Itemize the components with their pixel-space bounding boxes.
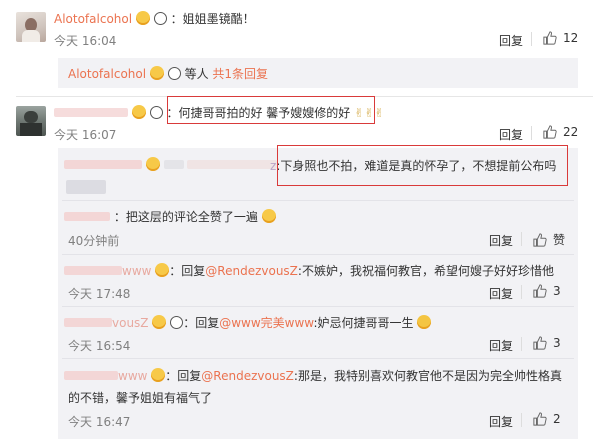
- laughing-emoji-icon: [261, 209, 276, 223]
- username-link[interactable]: [64, 160, 142, 169]
- reply-button[interactable]: 回复: [489, 337, 513, 354]
- timestamp: 今天 16:07: [54, 128, 117, 142]
- comment-body: ：姐姐墨镜酷！: [170, 12, 255, 26]
- like-count: 12: [563, 31, 579, 45]
- reply-prefix: ：回复: [183, 316, 220, 330]
- username-link[interactable]: [64, 212, 110, 221]
- username-tail[interactable]: vousZ: [112, 316, 149, 330]
- action-divider: [531, 126, 532, 140]
- comment-text: Alotofalcohol ：姐姐墨镜酷！: [54, 10, 255, 27]
- emoji-icon: [149, 66, 164, 80]
- username-tail[interactable]: www: [118, 369, 147, 383]
- username-link[interactable]: Alotofalcohol: [68, 67, 146, 81]
- sub-divider: [62, 254, 574, 255]
- reply-button[interactable]: 回复: [499, 32, 523, 49]
- sub-reply-text-continued: 的不错，馨予姐姐有福气了: [68, 391, 213, 405]
- thumbs-up-icon: [533, 336, 547, 350]
- panda-emoji-icon: [149, 106, 163, 119]
- reply-button[interactable]: 回复: [489, 232, 513, 249]
- username-tail[interactable]: www: [122, 264, 151, 278]
- reply-prefix: ：回复: [165, 369, 202, 383]
- thumbs-up-icon: [533, 232, 547, 247]
- like-count: 3: [553, 336, 561, 350]
- reply-summary: Alotofalcohol 等人 共1条回复: [68, 65, 268, 82]
- like-button[interactable]: 2: [533, 412, 561, 426]
- username-link[interactable]: Alotofalcohol: [54, 12, 132, 26]
- sub-reply-body: :妒忌何捷哥哥一生: [313, 316, 414, 330]
- action-divider: [521, 413, 522, 427]
- like-button[interactable]: 赞: [533, 231, 565, 248]
- thumbs-up-icon: [543, 125, 557, 139]
- action-divider: [531, 32, 532, 46]
- like-count: 22: [563, 125, 579, 139]
- username-link[interactable]: [64, 371, 118, 380]
- reply-prefix: ：回复: [169, 264, 206, 278]
- emoji-icon: [145, 157, 160, 171]
- like-button[interactable]: 3: [533, 336, 561, 350]
- like-count: 3: [553, 284, 561, 298]
- sub-divider: [62, 200, 574, 201]
- reply-button[interactable]: 回复: [499, 126, 523, 143]
- highlight-box: [277, 145, 568, 186]
- username-link[interactable]: [64, 318, 112, 327]
- reply-button[interactable]: 回复: [489, 413, 513, 430]
- avatar[interactable]: [16, 106, 46, 136]
- panda-emoji-icon: [167, 67, 181, 80]
- thumbs-up-icon: [543, 31, 557, 45]
- panda-emoji-icon: [170, 316, 184, 329]
- sub-reply-text: vousZ ：回复@www完美www:妒忌何捷哥哥一生: [64, 314, 432, 331]
- highlight-box: [167, 96, 375, 124]
- reply-summary-suffix: 等人: [184, 67, 213, 81]
- avatar[interactable]: [16, 12, 46, 42]
- sub-reply-text: www ：回复@RendezvousZ:那是，我特别喜欢何教官他不是因为完全帅性…: [64, 367, 562, 384]
- emoji-icon: [131, 105, 146, 119]
- emoji-icon: [152, 315, 167, 329]
- sub-reply-body: ：把这层的评论全赞了一遍: [113, 210, 258, 224]
- sub-reply-body: :不嫉妒，我祝福何教官，希望何嫂子好好珍惜他: [297, 264, 554, 278]
- mention-link[interactable]: @www完美www: [219, 316, 313, 330]
- timestamp: 今天 17:48: [68, 287, 131, 301]
- action-divider: [521, 337, 522, 351]
- sub-divider: [62, 358, 574, 359]
- sub-reply-text: www ：回复@RendezvousZ:不嫉妒，我祝福何教官，希望何嫂子好好珍惜…: [64, 262, 554, 279]
- timestamp: 今天 16:54: [68, 339, 131, 353]
- emoji-icon: [135, 11, 150, 25]
- like-button[interactable]: 12: [543, 31, 578, 45]
- thumbs-up-icon: [533, 284, 547, 298]
- thumbs-up-icon: [533, 412, 547, 426]
- username-link[interactable]: [64, 266, 122, 275]
- like-label: 赞: [553, 233, 566, 247]
- sub-reply-text: ：把这层的评论全赞了一遍: [64, 208, 276, 225]
- action-divider: [521, 285, 522, 299]
- redacted-bar: [66, 180, 106, 194]
- username-link[interactable]: [54, 108, 128, 117]
- timestamp: 今天 16:47: [68, 415, 131, 429]
- panda-emoji-icon: [153, 12, 167, 25]
- view-replies-link[interactable]: 共1条回复: [212, 67, 268, 81]
- timestamp: 40分钟前: [68, 234, 120, 248]
- redacted-text: [163, 160, 184, 169]
- mention-link[interactable]: @RendezvousZ: [205, 264, 298, 278]
- reply-button[interactable]: 回复: [489, 285, 513, 302]
- like-button[interactable]: 22: [543, 125, 578, 139]
- sub-reply-text: [64, 157, 278, 172]
- like-button[interactable]: 3: [533, 284, 561, 298]
- action-divider: [521, 232, 522, 246]
- redacted-text: [187, 160, 278, 169]
- emoji-icon: [151, 368, 166, 382]
- sub-reply-body: :那是，我特别喜欢何教官他不是因为完全帅性格真: [293, 369, 562, 383]
- sub-divider: [62, 306, 574, 307]
- emoji-icon: [155, 263, 170, 277]
- mention-link[interactable]: @RendezvousZ: [201, 369, 294, 383]
- like-count: 2: [553, 412, 561, 426]
- crying-emoji-icon: [417, 315, 432, 329]
- timestamp: 今天 16:04: [54, 34, 117, 48]
